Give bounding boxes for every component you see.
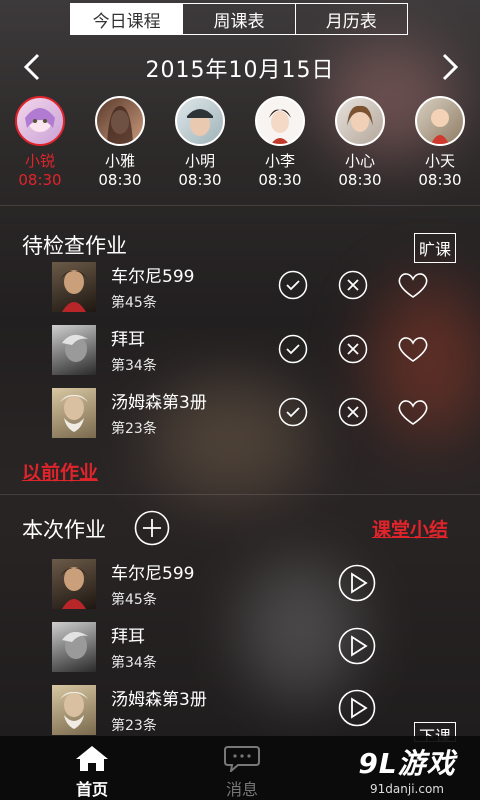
homework-section: 第34条 xyxy=(111,358,157,374)
close-circle-icon[interactable] xyxy=(338,397,368,427)
student-time: 08:30 xyxy=(178,171,222,189)
avatar xyxy=(175,96,225,146)
homework-title: 车尔尼599 xyxy=(111,267,195,287)
tab-today[interactable]: 今日课程 xyxy=(71,4,183,34)
student-time: 08:30 xyxy=(418,171,462,189)
student-time: 08:30 xyxy=(338,171,382,189)
homework-title: 车尔尼599 xyxy=(111,564,195,584)
add-circle-icon[interactable] xyxy=(134,510,170,546)
current-date: 2015年10月15日 xyxy=(145,58,335,83)
play-circle-icon[interactable] xyxy=(338,564,376,602)
composer-portrait xyxy=(52,685,96,735)
check-circle-icon[interactable] xyxy=(278,397,308,427)
nav-messages-label: 消息 xyxy=(225,780,258,799)
class-summary-link[interactable]: 课堂小结 xyxy=(372,515,448,542)
student-name: 小明 xyxy=(184,152,215,170)
student-item[interactable]: 小明 08:30 xyxy=(160,96,240,189)
list-item: 车尔尼599 第45条 xyxy=(52,559,452,613)
student-time: 08:30 xyxy=(98,171,142,189)
avatar xyxy=(255,96,305,146)
student-name: 小天 xyxy=(424,152,455,170)
homework-title: 拜耳 xyxy=(111,330,145,350)
nav-messages[interactable]: 消息 xyxy=(202,744,282,800)
play-circle-icon[interactable] xyxy=(338,627,376,665)
composer-portrait xyxy=(52,325,96,375)
list-item: 车尔尼599 第45条 xyxy=(52,262,452,316)
homework-section: 第45条 xyxy=(111,592,157,608)
play-circle-icon[interactable] xyxy=(338,689,376,727)
student-name: 小锐 xyxy=(24,152,55,170)
watermark-brand: 9L游戏 xyxy=(358,747,456,780)
list-item: 汤姆森第3册 第23条 xyxy=(52,388,452,442)
homework-title: 汤姆森第3册 xyxy=(111,393,207,413)
composer-portrait xyxy=(52,559,96,609)
avatar xyxy=(15,96,65,146)
divider xyxy=(0,494,480,495)
composer-portrait xyxy=(52,388,96,438)
view-tabs: 今日课程 周课表 月历表 xyxy=(70,3,408,35)
student-time: 08:30 xyxy=(18,171,62,189)
avatar xyxy=(95,96,145,146)
watermark-url: 91danji.com xyxy=(370,782,444,796)
student-item[interactable]: 小天 08:30 xyxy=(400,96,480,189)
list-item: 拜耳 第34条 xyxy=(52,622,452,676)
chevron-right-icon[interactable] xyxy=(436,52,462,82)
avatar xyxy=(335,96,385,146)
heart-icon[interactable] xyxy=(396,397,430,427)
check-circle-icon[interactable] xyxy=(278,270,308,300)
heart-icon[interactable] xyxy=(396,270,430,300)
student-item[interactable]: 小雅 08:30 xyxy=(80,96,160,189)
heart-icon[interactable] xyxy=(396,334,430,364)
list-item: 拜耳 第34条 xyxy=(52,325,452,379)
composer-portrait xyxy=(52,622,96,672)
absent-button[interactable]: 旷课 xyxy=(414,233,457,263)
student-name: 小心 xyxy=(344,152,375,170)
student-name: 小雅 xyxy=(104,152,135,170)
home-icon xyxy=(76,746,108,771)
homework-section: 第23条 xyxy=(111,421,157,437)
homework-title: 拜耳 xyxy=(111,627,145,647)
student-list: 小锐 08:30 小雅 08:30 小明 08:30 小李 08:30 小心 0… xyxy=(0,96,480,196)
tab-month[interactable]: 月历表 xyxy=(294,4,407,34)
divider xyxy=(0,205,480,206)
tab-week[interactable]: 周课表 xyxy=(182,4,294,34)
composer-portrait xyxy=(52,262,96,312)
nav-home[interactable]: 首页 xyxy=(52,744,132,800)
current-homework-title: 本次作业 xyxy=(22,518,106,542)
chat-bubble-icon xyxy=(224,746,260,774)
pending-homework-title: 待检查作业 xyxy=(22,234,127,258)
student-time: 08:30 xyxy=(258,171,302,189)
homework-section: 第23条 xyxy=(111,718,157,734)
close-circle-icon[interactable] xyxy=(338,334,368,364)
homework-section: 第34条 xyxy=(111,655,157,671)
date-row: 2015年10月15日 xyxy=(0,50,480,86)
student-item[interactable]: 小锐 08:30 xyxy=(0,96,80,189)
homework-section: 第45条 xyxy=(111,295,157,311)
avatar xyxy=(415,96,465,146)
student-name: 小李 xyxy=(264,152,295,170)
student-item[interactable]: 小心 08:30 xyxy=(320,96,400,189)
watermark-logo: 9L游戏 91danji.com xyxy=(342,738,472,796)
close-circle-icon[interactable] xyxy=(338,270,368,300)
check-circle-icon[interactable] xyxy=(278,334,308,364)
nav-home-label: 首页 xyxy=(75,780,108,799)
homework-title: 汤姆森第3册 xyxy=(111,690,207,710)
list-item: 汤姆森第3册 第23条 xyxy=(52,685,452,739)
previous-homework-link[interactable]: 以前作业 xyxy=(22,458,98,485)
bottom-nav: 首页 消息 9L游戏 91danji.com xyxy=(0,736,480,800)
student-item[interactable]: 小李 08:30 xyxy=(240,96,320,189)
